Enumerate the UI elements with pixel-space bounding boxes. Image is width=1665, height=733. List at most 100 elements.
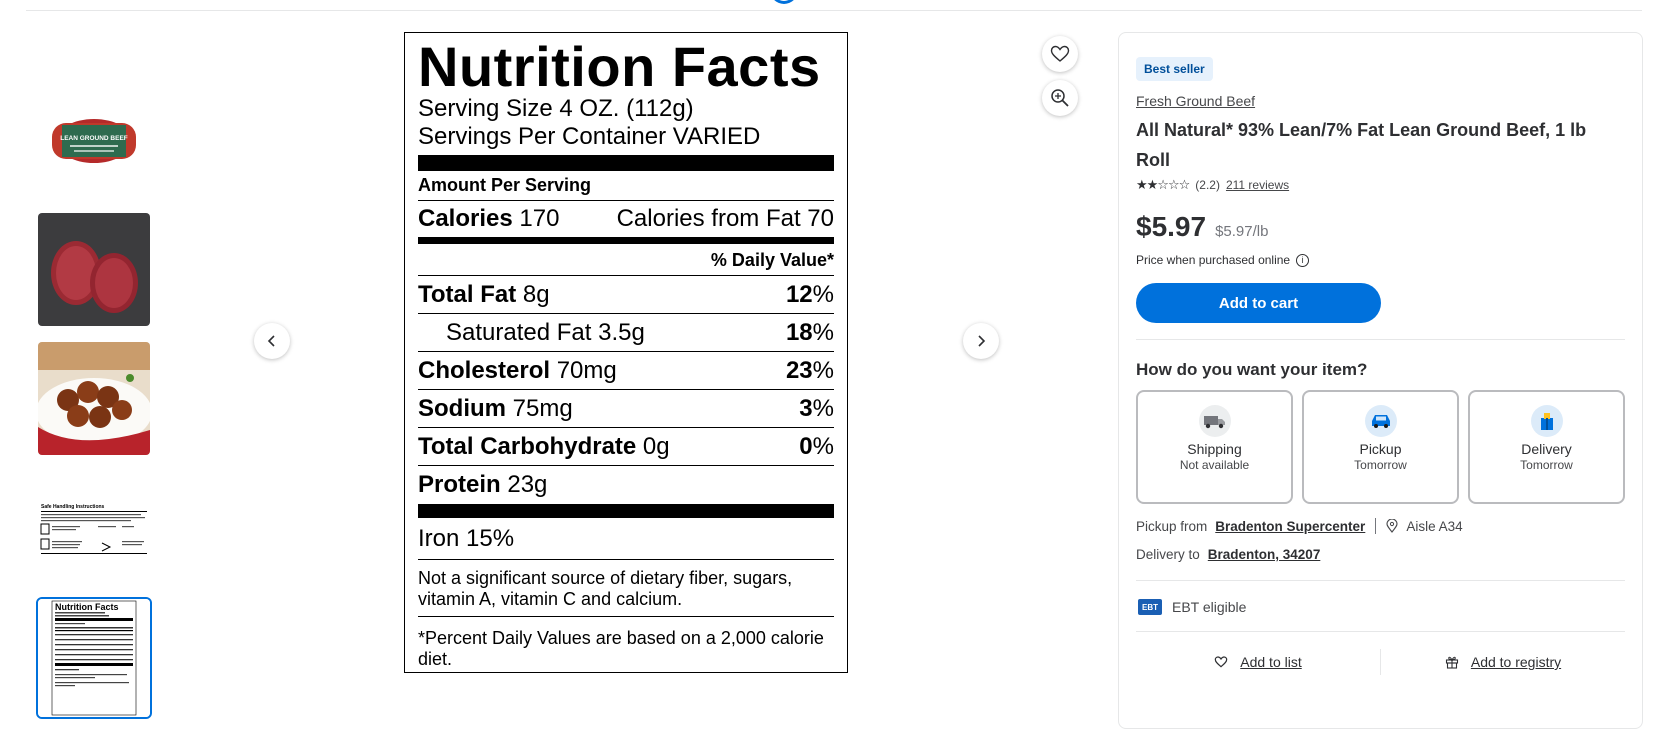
thumbnail-safe-handling[interactable]: Safe Handling Instructions [36, 469, 152, 586]
amount-per-serving: Amount Per Serving [418, 171, 834, 201]
price-row: $5.97 $5.97/lb [1136, 211, 1625, 243]
nutrient-amount: 70mg [556, 357, 617, 384]
nutrient-row: Total Carbohydrate 0g 0% [418, 428, 834, 466]
nutrient-label: Sodium [418, 395, 506, 422]
truck-icon [1198, 405, 1231, 437]
add-to-cart-button[interactable]: Add to cart [1136, 283, 1381, 323]
thick-divider [418, 504, 834, 518]
zoom-in-icon [1051, 89, 1069, 107]
rating-row: ★★☆☆☆ (2.2) 211 reviews [1136, 177, 1625, 193]
nutrient-pct: 23 [785, 357, 813, 384]
nutrient-amount: 3.5g [598, 319, 645, 346]
nutrient-pct: 18 [785, 319, 813, 346]
thumbnail-raw-beef[interactable] [36, 211, 152, 328]
thumbnail-nutrition-label: Nutrition Facts [55, 602, 119, 612]
fulfillment-options: Shipping Not available Pickup Tomorrow D… [1136, 390, 1625, 504]
shipping-label: Shipping [1187, 441, 1242, 457]
delivery-location-link[interactable]: Bradenton, 34207 [1208, 547, 1321, 562]
nutrient-amount: 23g [507, 471, 548, 498]
nutrient-label: Total Fat [418, 281, 517, 308]
add-to-registry-button[interactable]: Add to registry [1381, 654, 1625, 670]
calories-from-fat: Calories from Fat 70 [616, 205, 834, 232]
nutrient-row: Saturated Fat 3.5g 18% [418, 314, 834, 352]
nutrient-amount: 0g [642, 433, 670, 460]
carousel-prev-button[interactable] [254, 323, 290, 359]
heart-icon [1050, 45, 1070, 62]
pickup-store-link[interactable]: Bradenton Supercenter [1215, 519, 1365, 534]
add-to-list-label: Add to list [1240, 654, 1302, 670]
rating-value: (2.2) [1195, 178, 1220, 192]
nutrient-label: Saturated Fat [446, 319, 592, 346]
nutrient-row: Total Fat 8g 12% [418, 276, 834, 314]
ebt-badge-icon: EBT [1138, 599, 1162, 615]
divider [1136, 339, 1625, 340]
star-rating-icon: ★★☆☆☆ [1136, 177, 1190, 192]
thumbnail-package-label: LEAN GROUND BEEF [60, 135, 128, 142]
best-seller-badge: Best seller [1136, 57, 1213, 81]
header-accent [770, 0, 798, 4]
medium-divider [418, 237, 834, 244]
divider [1136, 631, 1625, 632]
shipping-option[interactable]: Shipping Not available [1136, 390, 1293, 504]
reviews-link[interactable]: 211 reviews [1226, 178, 1289, 192]
shipping-status: Not available [1179, 458, 1250, 472]
delivery-location-row: Delivery to Bradenton, 34207 [1136, 547, 1625, 562]
price: $5.97 [1136, 211, 1207, 242]
nutrition-footnote: *Percent Daily Values are based on a 2,0… [418, 628, 824, 669]
calories-label: Calories [418, 205, 513, 232]
nutrient-amount: 75mg [512, 395, 573, 422]
location-pin-icon [1386, 519, 1398, 533]
fulfillment-heading: How do you want your item? [1136, 360, 1368, 379]
thumbnail-nutrition[interactable]: Nutrition Facts [36, 597, 152, 719]
favorite-button[interactable] [1042, 36, 1078, 72]
carousel-next-button[interactable] [963, 323, 999, 359]
delivery-box-icon [1530, 405, 1563, 437]
add-to-list-button[interactable]: Add to list [1136, 654, 1380, 670]
nutrient-amount: 8g [522, 281, 550, 308]
separator [1375, 518, 1377, 534]
delivery-status: Tomorrow [1520, 458, 1573, 472]
header-divider [26, 10, 1642, 11]
pickup-option[interactable]: Pickup Tomorrow [1302, 390, 1459, 504]
thumbnail-package[interactable]: LEAN GROUND BEEF [36, 83, 152, 200]
unit-price: $5.97/lb [1215, 223, 1269, 240]
nutrition-facts-label: Nutrition Facts Serving Size 4 OZ. (112g… [404, 32, 848, 673]
chevron-right-icon [978, 335, 986, 347]
nutrition-note: Not a significant source of dietary fibe… [418, 560, 834, 617]
gift-icon [1445, 656, 1458, 669]
price-note: Price when purchased online [1136, 253, 1291, 267]
nutrient-label: Cholesterol [418, 357, 551, 384]
pickup-prefix: Pickup from [1136, 518, 1208, 534]
nutrient-row: Cholesterol 70mg 23% [418, 352, 834, 390]
thumbnail-meatballs[interactable] [36, 340, 152, 457]
ebt-text: EBT eligible [1172, 599, 1247, 615]
pickup-location-row: Pickup from Bradenton Supercenter Aisle … [1136, 518, 1625, 534]
info-icon[interactable]: i [1296, 253, 1310, 267]
heart-icon [1214, 656, 1228, 668]
iron-row: Iron 15% [418, 518, 834, 560]
pickup-status: Tomorrow [1354, 458, 1407, 472]
nutrient-pct: 3 [799, 395, 813, 422]
car-icon [1364, 405, 1397, 437]
nutrient-pct: 0 [799, 433, 813, 460]
thumbnail-safe-handling-label: Safe Handling Instructions [41, 504, 105, 510]
zoom-button[interactable] [1042, 80, 1078, 116]
thick-divider [418, 155, 834, 171]
delivery-label: Delivery [1521, 441, 1572, 457]
delivery-option[interactable]: Delivery Tomorrow [1468, 390, 1625, 504]
product-panel: Best seller Fresh Ground Beef All Natura… [1118, 32, 1643, 729]
nutrient-label: Protein [418, 471, 501, 498]
pickup-label: Pickup [1359, 441, 1402, 457]
list-registry-row: Add to list Add to registry [1136, 644, 1625, 680]
price-note-row: Price when purchased online i [1136, 253, 1625, 267]
serving-size: Serving Size 4 OZ. (112g) [418, 95, 694, 122]
ebt-row: EBT EBT eligible [1136, 581, 1625, 631]
add-to-registry-label: Add to registry [1470, 654, 1562, 670]
nutrient-label: Total Carbohydrate [418, 433, 637, 460]
nutrient-row: Protein 23g [418, 466, 834, 504]
calories-row: Calories 170 Calories from Fat 70 [418, 201, 834, 237]
servings-per-container: Servings Per Container VARIED [418, 123, 761, 150]
brand-link[interactable]: Fresh Ground Beef [1136, 93, 1625, 109]
product-title: All Natural* 93% Lean/7% Fat Lean Ground… [1136, 120, 1587, 170]
aisle-label: Aisle A34 [1406, 518, 1463, 534]
